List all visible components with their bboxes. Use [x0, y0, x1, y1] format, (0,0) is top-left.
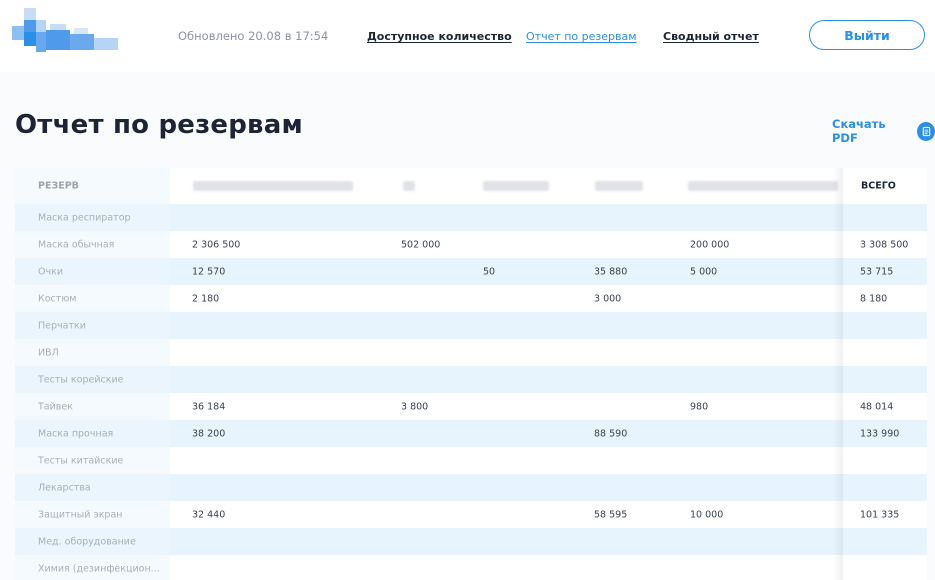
top-bar: Обновлено 20.08 в 17:54 Доступное количе…	[0, 0, 935, 72]
table-row: ИВЛ	[15, 339, 927, 366]
row-reserve-name: Маска прочная	[38, 428, 114, 439]
row-cell-value: 5 000	[690, 266, 718, 277]
row-cell-value: 12 570	[192, 266, 226, 277]
column-header-redacted-1	[193, 181, 353, 191]
row-total-value: 53 715	[860, 266, 894, 277]
document-icon	[917, 121, 935, 141]
row-reserve-name: Маска обычная	[38, 239, 115, 250]
row-cell-value: 35 880	[594, 266, 628, 277]
table-row: Маска респиратор	[15, 204, 927, 231]
table-row: Тесты корейские	[15, 366, 927, 393]
logout-button[interactable]: Выйти	[809, 20, 925, 50]
row-reserve-name: Тесты корейские	[38, 374, 124, 385]
row-reserve-name: Очки	[38, 266, 64, 277]
column-header-redacted-3	[483, 181, 549, 191]
reserves-table: РЕЗЕРВ ВСЕГО Маска респиратор Маска обычн…	[15, 168, 927, 580]
row-reserve-name: ИВЛ	[38, 347, 59, 358]
download-pdf-label: Скачать PDF	[832, 117, 886, 145]
table-row: Тесты китайские	[15, 447, 927, 474]
row-reserve-name: Химия (дезинфекцион...	[38, 563, 160, 574]
table-row: Костюм 2 180 3 000 8 180	[15, 285, 927, 312]
row-cell-value: 980	[690, 401, 709, 412]
table-header-row: РЕЗЕРВ ВСЕГО	[15, 168, 927, 204]
table-row: Тайвек 36 184 3 800 980 48 014	[15, 393, 927, 420]
row-cell-value: 200 000	[690, 239, 730, 250]
nav-available-quantity[interactable]: Доступное количество	[367, 30, 512, 43]
row-total-value: 101 335	[860, 509, 900, 520]
row-cell-value: 2 180	[192, 293, 220, 304]
row-total-value: 8 180	[860, 293, 888, 304]
row-cell-value: 32 440	[192, 509, 226, 520]
table-row: Маска обычная 2 306 500 502 000 200 000 3 30…	[15, 231, 927, 258]
download-pdf-button[interactable]: Скачать PDF	[832, 117, 935, 145]
table-row: Маска прочная 38 200 88 590 133 990	[15, 420, 927, 447]
column-header-redacted-2	[403, 181, 415, 191]
row-reserve-name: Перчатки	[38, 320, 86, 331]
row-total-value: 3 308 500	[860, 239, 909, 250]
row-cell-value: 502 000	[401, 239, 441, 250]
nav-summary-report[interactable]: Сводный отчет	[663, 30, 759, 43]
row-cell-value: 88 590	[594, 428, 628, 439]
nav-reserves-report[interactable]: Отчет по резервам	[526, 30, 637, 43]
column-header-reserve: РЕЗЕРВ	[38, 180, 79, 192]
table-row: Защитный экран 32 440 58 595 10 000 101 335	[15, 501, 927, 528]
row-total-value: 48 014	[860, 401, 894, 412]
row-reserve-name: Лекарства	[38, 482, 91, 493]
row-total-value: 133 990	[860, 428, 900, 439]
page-title: Отчет по резервам	[15, 110, 303, 140]
table-row: Лекарства	[15, 474, 927, 501]
row-reserve-name: Тесты китайские	[38, 455, 124, 466]
row-cell-value: 38 200	[192, 428, 226, 439]
column-header-redacted-5	[688, 181, 838, 191]
row-cell-value: 58 595	[594, 509, 628, 520]
row-reserve-name: Тайвек	[38, 401, 73, 412]
logo[interactable]	[12, 8, 118, 56]
table-row: Очки 12 570 50 35 880 5 000 53 715	[15, 258, 927, 285]
row-cell-value: 50	[483, 266, 496, 277]
row-cell-value: 2 306 500	[192, 239, 241, 250]
row-cell-value: 3 800	[401, 401, 429, 412]
row-reserve-name: Маска респиратор	[38, 212, 131, 223]
row-cell-value: 3 000	[594, 293, 622, 304]
row-reserve-name: Костюм	[38, 293, 77, 304]
row-reserve-name: Мед. оборудование	[38, 536, 136, 547]
row-cell-value: 36 184	[192, 401, 226, 412]
table-row: Перчатки	[15, 312, 927, 339]
column-header-total: ВСЕГО	[861, 180, 896, 192]
updated-timestamp: Обновлено 20.08 в 17:54	[178, 29, 329, 43]
table-row: Химия (дезинфекцион...	[15, 555, 927, 580]
row-reserve-name: Защитный экран	[38, 509, 123, 520]
column-header-redacted-4	[595, 181, 643, 191]
row-cell-value: 10 000	[690, 509, 724, 520]
table-row: Мед. оборудование	[15, 528, 927, 555]
